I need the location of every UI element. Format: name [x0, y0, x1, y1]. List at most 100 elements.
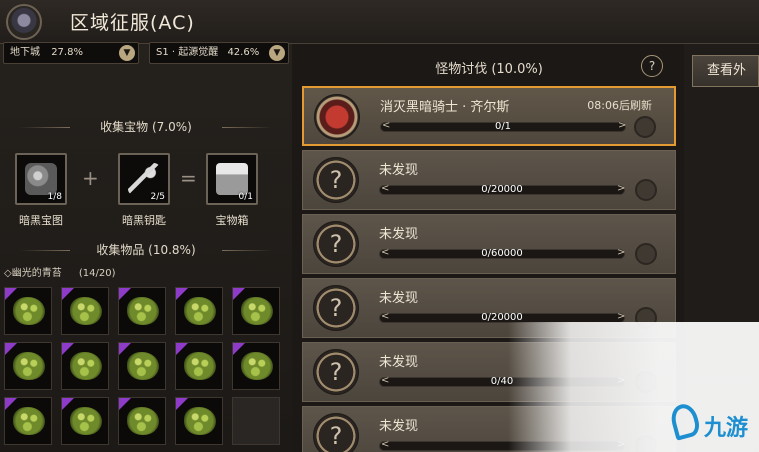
- items-section-title: 收集物品 (10.8%): [0, 241, 292, 259]
- header-bar: 区域征服(AC): [0, 0, 759, 44]
- divider: [222, 127, 272, 128]
- items-section-label: 收集物品 (10.8%): [96, 243, 196, 257]
- treasure-name: 暗黑宝图: [19, 214, 63, 227]
- item-slot[interactable]: [175, 342, 223, 390]
- progress-label: 0/60000: [481, 248, 523, 259]
- chevron-down-icon: ▼: [119, 45, 135, 61]
- glowing-moss-icon: [184, 352, 216, 380]
- item-slot[interactable]: [118, 342, 166, 390]
- item-slot[interactable]: [232, 287, 280, 335]
- glowing-moss-icon: [13, 352, 45, 380]
- item-slot[interactable]: [232, 342, 280, 390]
- glowing-moss-icon: [127, 297, 159, 325]
- glowing-moss-icon: [241, 297, 273, 325]
- glowing-moss-icon: [70, 407, 102, 435]
- progress-label: 0/20000: [481, 184, 523, 195]
- item-slot[interactable]: [61, 342, 109, 390]
- glowing-moss-icon: [127, 407, 159, 435]
- monster-hunt-header: 怪物讨伐 (10.0%): [300, 52, 678, 82]
- monster-name: 未发现: [379, 163, 419, 178]
- unknown-monster-icon: ?: [313, 157, 359, 203]
- glowing-moss-icon: [70, 352, 102, 380]
- item-slot[interactable]: [175, 287, 223, 335]
- item-slot[interactable]: [4, 287, 52, 335]
- unknown-monster-icon: ?: [313, 285, 359, 331]
- divider: [222, 250, 272, 251]
- dark-knight-icon: ?: [314, 94, 360, 140]
- claim-reward-button[interactable]: [635, 179, 657, 201]
- treasure-chest-slot[interactable]: 0/1: [206, 153, 258, 205]
- item-slot[interactable]: [175, 397, 223, 445]
- monster-row[interactable]: ? 未发现 < > 0/20000: [302, 150, 676, 210]
- glowing-moss-icon: [184, 297, 216, 325]
- monster-name: 未发现: [379, 227, 419, 242]
- monster-name: 未发现: [379, 419, 419, 434]
- treasure-count: 0/1: [238, 192, 253, 202]
- item-slot[interactable]: [61, 397, 109, 445]
- rarity-corner-icon: [233, 288, 245, 300]
- empty-item-slot[interactable]: [232, 397, 280, 445]
- dungeon-dropdown-percent: 27.8%: [51, 47, 83, 58]
- treasure-name: 宝物箱: [215, 214, 249, 227]
- item-slot[interactable]: [61, 287, 109, 335]
- rarity-corner-icon: [119, 343, 131, 355]
- unknown-monster-icon: ?: [313, 221, 359, 267]
- dungeon-dropdown[interactable]: 地下城 27.8% ▼: [3, 42, 139, 64]
- unknown-monster-icon: ?: [313, 413, 359, 452]
- rarity-corner-icon: [62, 288, 74, 300]
- season-dropdown-label: S1 · 起源觉醒: [156, 47, 219, 58]
- rarity-corner-icon: [176, 398, 188, 410]
- monster-row[interactable]: ? 消灭黑暗骑士 · 齐尔斯 08:06后刷新 < > 0/1: [302, 86, 676, 146]
- rarity-corner-icon: [5, 343, 17, 355]
- treasure-map-slot[interactable]: 1/8: [15, 153, 67, 205]
- key-icon: [128, 163, 160, 195]
- treasure-name: 暗黑钥匙: [122, 214, 166, 227]
- rarity-corner-icon: [5, 398, 17, 410]
- monster-name: 消灭黑暗骑士 · 齐尔斯: [380, 100, 510, 115]
- season-dropdown-percent: 42.6%: [227, 47, 260, 58]
- region-emblem-icon: [6, 4, 42, 40]
- rarity-corner-icon: [62, 398, 74, 410]
- divider: [20, 127, 70, 128]
- claim-reward-button[interactable]: [634, 116, 656, 138]
- dark-key-slot[interactable]: 2/5: [118, 153, 170, 205]
- rarity-corner-icon: [119, 288, 131, 300]
- collect-group-title: ◇幽光的青苔 (14/20): [4, 264, 116, 279]
- item-slot[interactable]: [118, 397, 166, 445]
- page-title: 区域征服(AC): [70, 12, 195, 34]
- help-icon[interactable]: ?: [641, 55, 663, 77]
- season-dropdown[interactable]: S1 · 起源觉醒 42.6% ▼: [149, 42, 289, 64]
- progress-label: 0/1: [494, 121, 512, 132]
- item-slot[interactable]: [4, 397, 52, 445]
- chevron-left-icon: <: [381, 439, 390, 450]
- unknown-monster-icon: ?: [313, 349, 359, 395]
- rarity-corner-icon: [119, 398, 131, 410]
- rarity-corner-icon: [176, 343, 188, 355]
- watermark-text: 九游: [704, 416, 749, 441]
- treasure-section-title: 收集宝物 (7.0%): [0, 118, 292, 136]
- monster-name: 未发现: [379, 291, 419, 306]
- view-more-button[interactable]: 查看外: [692, 55, 759, 87]
- glowing-moss-icon: [241, 352, 273, 380]
- rarity-corner-icon: [233, 343, 245, 355]
- rarity-corner-icon: [176, 288, 188, 300]
- divider: [20, 250, 70, 251]
- dark-map-icon: [25, 163, 57, 195]
- monster-name: 未发现: [379, 355, 419, 370]
- glowing-moss-icon: [13, 407, 45, 435]
- plus-icon: +: [82, 166, 99, 190]
- treasure-section-label: 收集宝物 (7.0%): [100, 120, 192, 134]
- monster-hunt-title: 怪物讨伐 (10.0%): [435, 62, 543, 77]
- equals-icon: =: [180, 166, 197, 190]
- item-slot[interactable]: [4, 342, 52, 390]
- claim-reward-button[interactable]: [635, 243, 657, 265]
- item-slot[interactable]: [118, 287, 166, 335]
- chest-icon: [216, 163, 248, 195]
- rarity-corner-icon: [5, 288, 17, 300]
- dungeon-dropdown-label: 地下城: [10, 47, 40, 58]
- rarity-corner-icon: [62, 343, 74, 355]
- treasure-count: 1/8: [47, 192, 62, 202]
- glowing-moss-icon: [184, 407, 216, 435]
- treasure-count: 2/5: [150, 192, 165, 202]
- monster-row[interactable]: ? 未发现 < > 0/60000: [302, 214, 676, 274]
